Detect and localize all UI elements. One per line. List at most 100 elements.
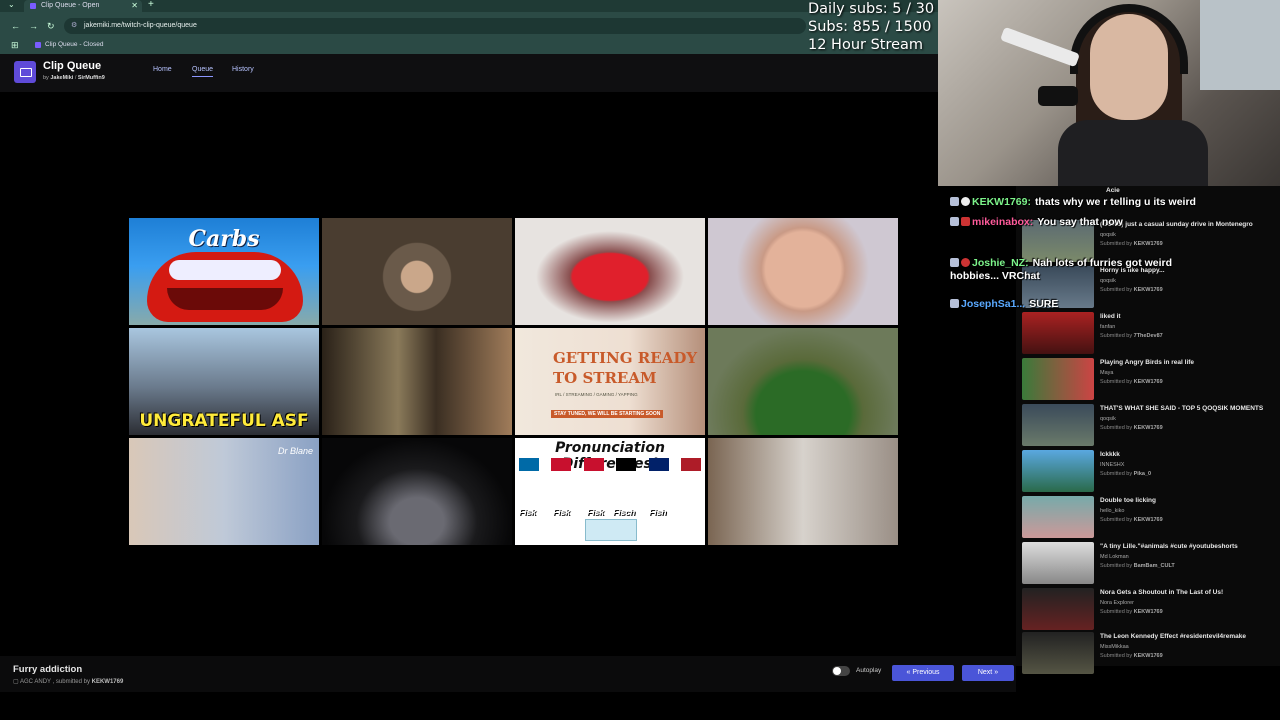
queue-item-title: THAT'S WHAT SHE SAID - TOP 5 QOQSIK MOME… xyxy=(1100,405,1264,412)
queue-item[interactable]: liked it fanfan Submitted by 7TheDev87 xyxy=(1022,312,1278,356)
submitted-label: Submitted by xyxy=(1100,471,1133,477)
flag-sweden-icon xyxy=(519,458,539,471)
queue-item-submitted: Submitted by KEKW1769 xyxy=(1100,425,1163,431)
queue-submitter: KEKW1769 xyxy=(1133,425,1163,431)
clip-channel[interactable]: AGC ANDY xyxy=(20,679,51,685)
chat-username: Joshie_NZ: xyxy=(972,257,1029,269)
chat-text: You say that now xyxy=(1037,216,1123,228)
frame-brand: Dr Blane xyxy=(277,446,313,456)
queue-item-title: Acie xyxy=(1106,187,1120,194)
tab-close-icon[interactable]: ✕ xyxy=(131,0,138,12)
queue-item-author: qoqsik xyxy=(1100,416,1116,422)
queue-item-submitted: Submitted by KEKW1769 xyxy=(1100,653,1163,659)
daily-subs-text: Daily subs: 5 / 30 xyxy=(808,1,935,17)
queue-item[interactable]: The Leon Kennedy Effect #residentevil4re… xyxy=(1022,632,1278,676)
tab-menu-chevron-icon[interactable]: ⌄ xyxy=(8,0,15,9)
headset-icon xyxy=(1070,4,1188,74)
site-info-icon[interactable]: ⚙ xyxy=(71,18,77,34)
apps-grid-icon[interactable]: ⊞ xyxy=(11,38,19,52)
submitted-label: Submitted by xyxy=(1100,563,1133,569)
chat-message: mikeinabox: You say that now xyxy=(950,216,1123,229)
queue-item-submitted: Submitted by 7TheDev87 xyxy=(1100,333,1163,339)
submitted-label: Submitted by xyxy=(1100,517,1133,523)
video-frame-getting-ready: GETTING READY TO STREAM IRL / STREAMING … xyxy=(515,328,705,435)
autoplay-toggle[interactable] xyxy=(832,666,850,676)
next-icon: » xyxy=(994,669,999,676)
forward-icon[interactable]: → xyxy=(29,17,38,35)
previous-button[interactable]: « Previous xyxy=(892,665,954,681)
tab-favicon-icon xyxy=(30,3,36,9)
app-header: Clip Queue by JakeMiki / SirMuffin9 Home… xyxy=(0,54,938,92)
queue-item[interactable]: Ickkkk INNESHX Submitted by Pika_0 xyxy=(1022,450,1278,494)
current-clip-meta: ▢ AGC ANDY , submitted by KEKW1769 xyxy=(13,678,123,685)
word-label: Fish xyxy=(649,507,667,517)
reload-icon[interactable]: ↻ xyxy=(47,17,55,35)
clip-submitted-prefix: , submitted by xyxy=(52,679,90,685)
queue-submitter: KEKW1769 xyxy=(1133,517,1163,523)
queue-item-submitted: Submitted by KEKW1769 xyxy=(1100,379,1163,385)
url-text: jakemiki.me/twitch-clip-queue/queue xyxy=(84,22,197,29)
nav-history[interactable]: History xyxy=(232,66,254,73)
video-thumbnail-grid: Carbs UNGRATEFUL ASF GETTING READY TO ST… xyxy=(129,218,899,545)
queue-item-title: "A tiny Lille."#animals #cute #youtubesh… xyxy=(1100,543,1238,550)
address-bar[interactable]: ⚙ jakemiki.me/twitch-clip-queue/queue xyxy=(64,18,806,34)
chat-username: mikeinabox: xyxy=(972,216,1034,228)
queue-item[interactable]: "A tiny Lille."#animals #cute #youtubesh… xyxy=(1022,542,1278,586)
frame-caption: UNGRATEFUL ASF xyxy=(139,411,309,431)
word-label: Fisk xyxy=(587,507,605,517)
queue-item-author: fanfan xyxy=(1100,324,1116,330)
queue-item[interactable]: Double toe licking hello_kiko Submitted … xyxy=(1022,496,1278,540)
video-frame-cucumbers xyxy=(708,328,898,435)
mic-arm-icon xyxy=(1000,26,1080,68)
subs-text: Subs: 855 / 1500 xyxy=(808,19,932,35)
flag-germany-icon xyxy=(616,458,637,471)
nav-queue[interactable]: Queue xyxy=(192,66,214,77)
tab-title: Clip Queue - Open xyxy=(41,2,100,9)
flag-uk-icon xyxy=(648,458,669,471)
word-label: Fisch xyxy=(613,507,636,517)
queue-thumbnail xyxy=(1022,450,1094,492)
sub-goal-overlay: Daily subs: 5 / 30 Subs: 855 / 1500 12 H… xyxy=(808,0,936,54)
queue-thumbnail xyxy=(1022,632,1094,674)
queue-item[interactable]: Nora Gets a Shoutout in The Last of Us! … xyxy=(1022,588,1278,632)
queue-item[interactable]: Playing Angry Birds in real life Maya Su… xyxy=(1022,358,1278,402)
back-icon[interactable]: ← xyxy=(11,17,20,35)
sword-badge-icon xyxy=(950,217,959,226)
bookmark-favicon-icon xyxy=(35,42,41,48)
app-credits: by JakeMiki / SirMuffin9 xyxy=(43,75,105,81)
sword-badge-icon xyxy=(950,197,959,206)
credit-author-1[interactable]: JakeMiki xyxy=(50,75,73,81)
video-frame-red-splash xyxy=(515,218,705,325)
queue-item-author: Md Lokman xyxy=(1100,554,1129,560)
bookmark-item[interactable]: Clip Queue - Closed xyxy=(35,38,104,52)
queue-submitter: KEKW1769 xyxy=(1133,609,1163,615)
frame-stay-tuned: STAY TUNED, WE WILL BE STARTING SOON xyxy=(551,410,664,418)
video-player[interactable]: Carbs UNGRATEFUL ASF GETTING READY TO ST… xyxy=(14,94,938,656)
queue-item[interactable]: THAT'S WHAT SHE SAID - TOP 5 QOQSIK MOME… xyxy=(1022,404,1278,448)
fish-icon xyxy=(585,519,637,541)
video-frame-smokers xyxy=(708,438,898,545)
next-button[interactable]: Next » xyxy=(962,665,1014,681)
video-frame-pronunciation: Pronunciation Differences! Fisk Fisk Fis… xyxy=(515,438,705,545)
chat-username: KEKW1769: xyxy=(972,196,1031,208)
queue-submitter: KEKW1769 xyxy=(1133,379,1163,385)
queue-item-submitted: Submitted by BamBam_CULT xyxy=(1100,563,1175,569)
flag-norway-icon xyxy=(551,458,572,471)
frame-subcaption: IRL / STREAMING / GAMING / YAPPING xyxy=(555,392,638,397)
sword-badge-icon xyxy=(950,299,959,308)
browser-tab-active[interactable]: Clip Queue - Open ✕ xyxy=(24,0,142,12)
address-row: ← → ↻ ⚙ jakemiki.me/twitch-clip-queue/qu… xyxy=(0,17,938,35)
new-tab-icon[interactable]: + xyxy=(148,0,154,10)
bookmark-label: Clip Queue - Closed xyxy=(45,41,104,48)
credit-author-2[interactable]: SirMuffin9 xyxy=(78,75,105,81)
webcam-window xyxy=(1200,0,1280,90)
queue-item-author: INNESHX xyxy=(1100,462,1125,468)
nav-home[interactable]: Home xyxy=(153,66,172,73)
app-logo-icon[interactable] xyxy=(14,61,36,83)
current-clip-title: Furry addiction xyxy=(13,664,83,675)
car-mouth xyxy=(167,288,283,310)
queue-item-title: liked it xyxy=(1100,313,1121,320)
queue-thumbnail xyxy=(1022,588,1094,630)
frame-caption: Carbs xyxy=(188,226,260,252)
frame-caption: GETTING READY TO STREAM xyxy=(553,349,698,387)
